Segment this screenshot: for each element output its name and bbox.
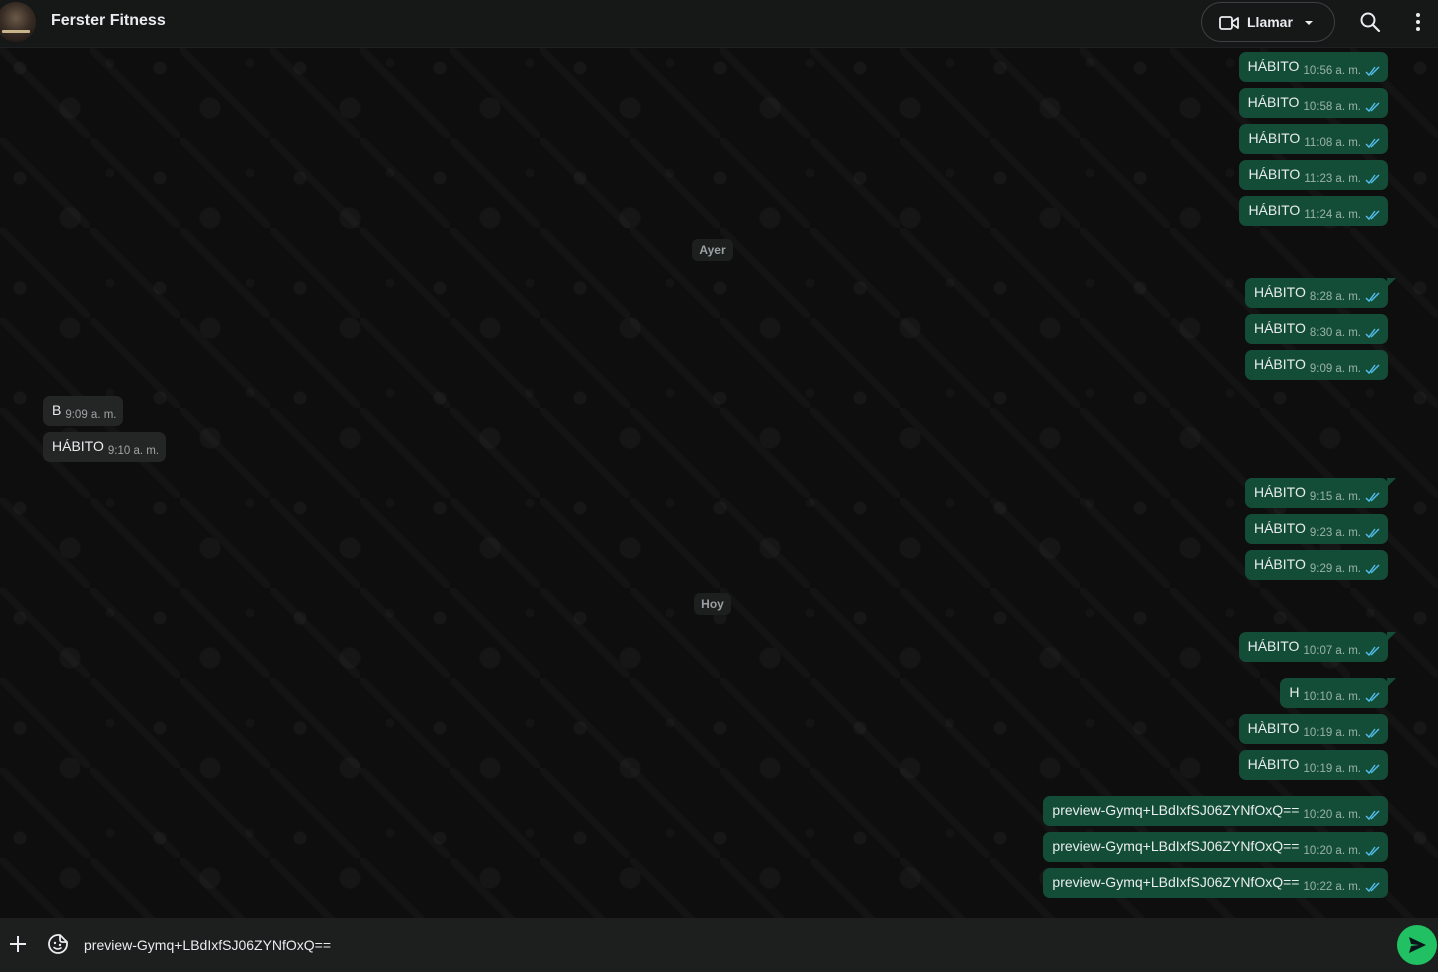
- message-time: 10:22 a. m.: [1303, 881, 1361, 893]
- message-text: H: [1289, 684, 1300, 700]
- message-time: 11:23 a. m.: [1304, 173, 1361, 185]
- double-check-icon: [1365, 764, 1380, 775]
- message-time: 10:58 a. m.: [1303, 101, 1361, 113]
- composer-bar: [0, 918, 1438, 972]
- message-text: HÁBITO: [1248, 202, 1301, 218]
- message-text: HÁBITO: [1253, 320, 1306, 336]
- double-check-icon: [1365, 728, 1380, 739]
- outgoing-message[interactable]: preview-Gymq+LBdIxfSJ06ZYNfOxQ== 10:20 a.…: [1043, 832, 1388, 862]
- message-time: 9:09 a. m.: [65, 409, 117, 421]
- more-vertical-icon[interactable]: [1408, 10, 1428, 34]
- message-time: 9:09 a. m.: [1309, 363, 1361, 375]
- send-icon: [1409, 937, 1426, 953]
- message-time: 10:19 a. m.: [1303, 727, 1361, 739]
- message-text: HÁBITO: [1253, 556, 1306, 572]
- message-text: HÁBITO: [52, 438, 104, 454]
- search-icon[interactable]: [1358, 10, 1382, 34]
- outgoing-message[interactable]: H 10:10 a. m.: [1280, 678, 1396, 708]
- outgoing-message[interactable]: HÁBITO 10:58 a. m.: [1238, 88, 1388, 118]
- message-time: 9:10 a. m.: [107, 445, 160, 457]
- message-time: 9:29 a. m.: [1309, 563, 1361, 575]
- message-time: 10:20 a. m.: [1303, 845, 1361, 857]
- message-time: 10:56 a. m.: [1303, 65, 1361, 77]
- double-check-icon: [1365, 692, 1380, 703]
- date-separator-today: Hoy: [694, 593, 731, 615]
- double-check-icon: [1365, 328, 1380, 339]
- chevron-down-icon: [1305, 21, 1313, 25]
- date-separator-yesterday: Ayer: [692, 239, 733, 261]
- message-text: HÁBITO: [1247, 756, 1300, 772]
- message-time: 10:20 a. m.: [1303, 809, 1361, 821]
- outgoing-message[interactable]: HÁBITO 8:28 a. m.: [1244, 278, 1397, 308]
- message-text: HÀBITO: [1247, 720, 1300, 736]
- outgoing-message[interactable]: preview-Gymq+LBdIxfSJ06ZYNfOxQ== 10:22 a.…: [1043, 868, 1388, 898]
- chat-title[interactable]: Ferster Fitness: [51, 12, 166, 30]
- message-text: B: [52, 402, 62, 418]
- call-button[interactable]: Llamar: [1201, 2, 1335, 42]
- message-text: HÁBITO: [1247, 94, 1300, 110]
- message-text: HÁBITO: [1248, 130, 1301, 146]
- outgoing-message[interactable]: HÁBITO 9:23 a. m.: [1244, 514, 1388, 544]
- outgoing-message[interactable]: HÁBITO 11:24 a. m.: [1239, 196, 1388, 226]
- double-check-icon: [1365, 210, 1380, 221]
- double-check-icon: [1365, 882, 1380, 893]
- contact-avatar[interactable]: [0, 2, 36, 42]
- outgoing-message[interactable]: preview-Gymq+LBdIxfSJ06ZYNfOxQ== 10:20 a.…: [1043, 796, 1388, 826]
- avatar-logo: [2, 30, 30, 33]
- double-check-icon: [1365, 492, 1380, 503]
- outgoing-message[interactable]: HÁBITO 10:07 a. m.: [1238, 632, 1397, 662]
- double-check-icon: [1365, 292, 1380, 303]
- double-check-icon: [1365, 646, 1380, 657]
- incoming-message[interactable]: B 9:09 a. m.: [43, 396, 124, 426]
- message-time: 11:08 a. m.: [1304, 137, 1361, 149]
- outgoing-message[interactable]: HÁBITO 9:15 a. m.: [1244, 478, 1397, 508]
- outgoing-message[interactable]: HÁBITO 9:09 a. m.: [1244, 350, 1388, 380]
- chat-header: Ferster Fitness Llamar: [0, 0, 1438, 48]
- message-list[interactable]: Ayer Hoy HÁBITO 10:56 a. m. HÁBITO 10:58 a.…: [0, 48, 1438, 918]
- message-input[interactable]: [84, 934, 1374, 956]
- message-text: HÁBITO: [1248, 166, 1301, 182]
- outgoing-message[interactable]: HÀBITO 10:19 a. m.: [1238, 714, 1388, 744]
- call-label: Llamar: [1247, 14, 1293, 30]
- outgoing-message[interactable]: HÁBITO 8:30 a. m.: [1244, 314, 1388, 344]
- outgoing-message[interactable]: HÁBITO 11:08 a. m.: [1239, 124, 1388, 154]
- message-time: 11:24 a. m.: [1304, 209, 1361, 221]
- message-time: 10:19 a. m.: [1303, 763, 1361, 775]
- message-text: preview-Gymq+LBdIxfSJ06ZYNfOxQ==: [1052, 802, 1300, 818]
- video-camera-icon: [1219, 16, 1239, 30]
- message-text: HÁBITO: [1247, 638, 1300, 654]
- message-time: 9:23 a. m.: [1309, 527, 1361, 539]
- double-check-icon: [1365, 810, 1380, 821]
- incoming-message[interactable]: HÁBITO 9:10 a. m.: [43, 432, 167, 462]
- double-check-icon: [1365, 174, 1380, 185]
- message-time: 8:28 a. m.: [1309, 291, 1361, 303]
- message-time: 9:15 a. m.: [1309, 491, 1361, 503]
- message-text: HÁBITO: [1253, 284, 1306, 300]
- outgoing-message[interactable]: HÁBITO 9:29 a. m.: [1244, 550, 1388, 580]
- double-check-icon: [1365, 138, 1380, 149]
- outgoing-message[interactable]: HÁBITO 11:23 a. m.: [1239, 160, 1388, 190]
- message-text: HÁBITO: [1253, 484, 1306, 500]
- message-time: 8:30 a. m.: [1309, 327, 1361, 339]
- message-text: HÁBITO: [1247, 58, 1300, 74]
- sticker-icon[interactable]: [46, 932, 70, 956]
- message-text: HÁBITO: [1253, 520, 1306, 536]
- plus-icon[interactable]: [8, 933, 28, 955]
- message-time: 10:10 a. m.: [1303, 691, 1361, 703]
- double-check-icon: [1365, 364, 1380, 375]
- outgoing-message[interactable]: HÁBITO 10:19 a. m.: [1238, 750, 1388, 780]
- message-text: preview-Gymq+LBdIxfSJ06ZYNfOxQ==: [1052, 838, 1300, 854]
- double-check-icon: [1365, 102, 1380, 113]
- whatsapp-chat-window: Ferster Fitness Llamar Ayer Hoy HÁBITO 10…: [0, 0, 1438, 972]
- message-text: preview-Gymq+LBdIxfSJ06ZYNfOxQ==: [1052, 874, 1300, 890]
- outgoing-message[interactable]: HÁBITO 10:56 a. m.: [1238, 52, 1388, 82]
- message-text: HÁBITO: [1253, 356, 1306, 372]
- double-check-icon: [1365, 528, 1380, 539]
- double-check-icon: [1365, 846, 1380, 857]
- message-time: 10:07 a. m.: [1303, 645, 1361, 657]
- double-check-icon: [1365, 66, 1380, 77]
- send-button[interactable]: [1397, 925, 1437, 965]
- double-check-icon: [1365, 564, 1380, 575]
